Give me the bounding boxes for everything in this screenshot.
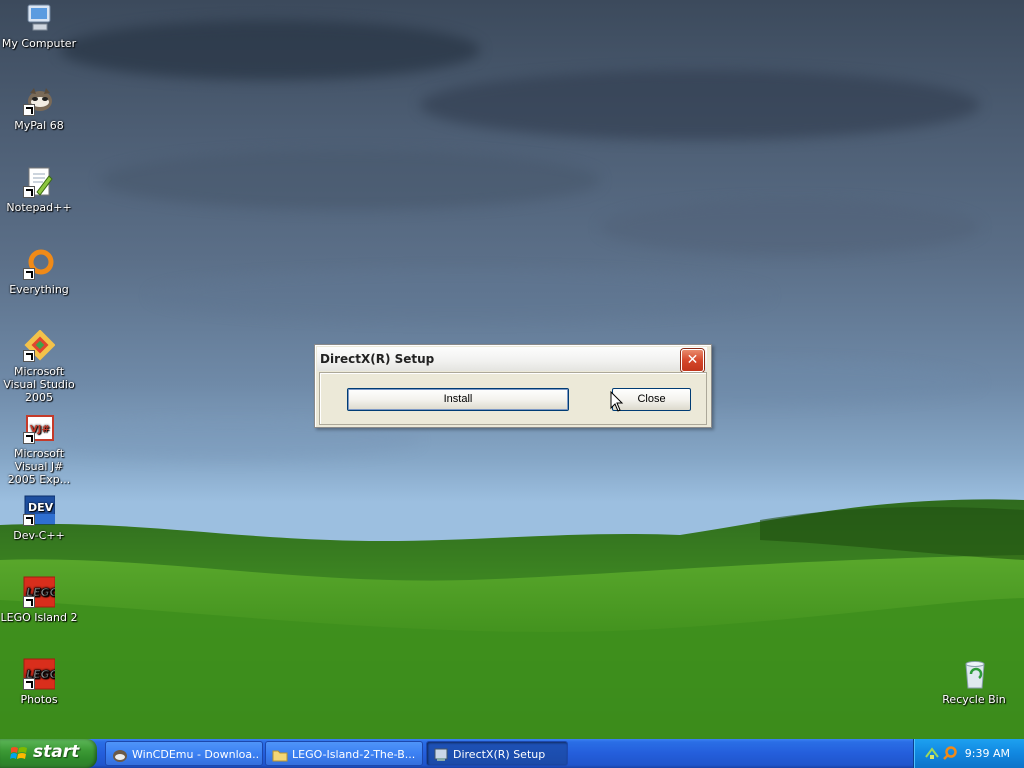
desktop-icon-devcpp[interactable]: DEV Dev-C++ — [0, 494, 78, 542]
taskbar-item-wincdemu[interactable]: WinCDEmu - Downloa... — [105, 741, 263, 766]
dialog-body: Install Close — [319, 372, 707, 425]
desktop-icon-label: Notepad++ — [6, 201, 72, 214]
taskbar: start WinCDEmu - Downloa... LEGO-Island-… — [0, 739, 1024, 768]
lego-icon: LEGO — [23, 658, 55, 690]
desktop-icon-label: Photos — [20, 693, 58, 706]
start-button[interactable]: start — [0, 739, 97, 768]
directx-setup-dialog: DirectX(R) Setup ✕ Install Close — [314, 344, 712, 428]
recycle-bin-icon — [958, 658, 990, 690]
devcpp-icon: DEV — [23, 494, 55, 526]
system-tray: 9:39 AM — [913, 739, 1024, 768]
browser-icon — [113, 750, 127, 762]
desktop-icon-mypal[interactable]: MyPal 68 — [0, 84, 78, 132]
desktop-icon-photos[interactable]: LEGO Photos — [0, 658, 78, 706]
desktop-icon-notepadpp[interactable]: Notepad++ — [0, 166, 78, 214]
desktop-icon-everything[interactable]: Everything — [0, 248, 78, 296]
taskbar-item-label: LEGO-Island-2-The-B... — [292, 748, 416, 761]
desktop-icon-recycle-bin[interactable]: Recycle Bin — [935, 658, 1013, 706]
desktop-icon-visual-studio[interactable]: Microsoft Visual Studio 2005 — [0, 330, 78, 404]
desktop-icon-label: Recycle Bin — [942, 693, 1006, 706]
setup-icon — [434, 748, 448, 761]
desktop-icon-label: Everything — [9, 283, 69, 296]
taskbar-item-label: DirectX(R) Setup — [453, 748, 546, 761]
taskbar-item-lego-folder[interactable]: LEGO-Island-2-The-B... — [265, 741, 423, 766]
start-label: start — [33, 742, 80, 762]
desktop-icon-label: MyPal 68 — [14, 119, 64, 132]
svg-text:DEV: DEV — [28, 501, 54, 514]
dialog-close-button[interactable]: ✕ — [681, 349, 704, 372]
desktop-icon-label: LEGO Island 2 — [0, 611, 78, 624]
network-icon[interactable] — [924, 745, 940, 761]
mouse-cursor-icon — [610, 391, 624, 412]
windows-logo-icon — [10, 747, 27, 759]
search-icon[interactable] — [942, 745, 958, 761]
desktop-icon-label: Microsoft Visual Studio 2005 — [3, 365, 75, 404]
desktop-icon-label: Dev-C++ — [13, 529, 65, 542]
notepadpp-icon — [23, 166, 55, 198]
visual-studio-icon — [23, 330, 55, 362]
clock[interactable]: 9:39 AM — [965, 747, 1010, 760]
taskbar-item-directx-setup[interactable]: DirectX(R) Setup — [426, 741, 568, 766]
desktop-icon-my-computer[interactable]: My Computer — [0, 2, 78, 50]
desktop-icon-label: Microsoft Visual J# 2005 Exp... — [7, 447, 71, 486]
computer-icon — [23, 2, 55, 34]
dialog-titlebar[interactable]: DirectX(R) Setup ✕ — [317, 347, 707, 372]
mypal-icon — [23, 84, 55, 116]
install-button[interactable]: Install — [347, 388, 569, 411]
desktop-icon-vjsharp[interactable]: VJ# Microsoft Visual J# 2005 Exp... — [0, 412, 78, 486]
vjsharp-icon: VJ# — [23, 412, 55, 444]
desktop-icon-label: My Computer — [1, 37, 77, 50]
taskbar-item-label: WinCDEmu - Downloa... — [132, 748, 260, 761]
desktop-icon-lego-island-2[interactable]: LEGO LEGO Island 2 — [0, 576, 78, 624]
everything-icon — [23, 248, 55, 280]
dialog-title: DirectX(R) Setup — [320, 352, 435, 366]
lego-icon: LEGO — [23, 576, 55, 608]
close-icon: ✕ — [686, 352, 699, 368]
folder-icon — [272, 750, 288, 762]
